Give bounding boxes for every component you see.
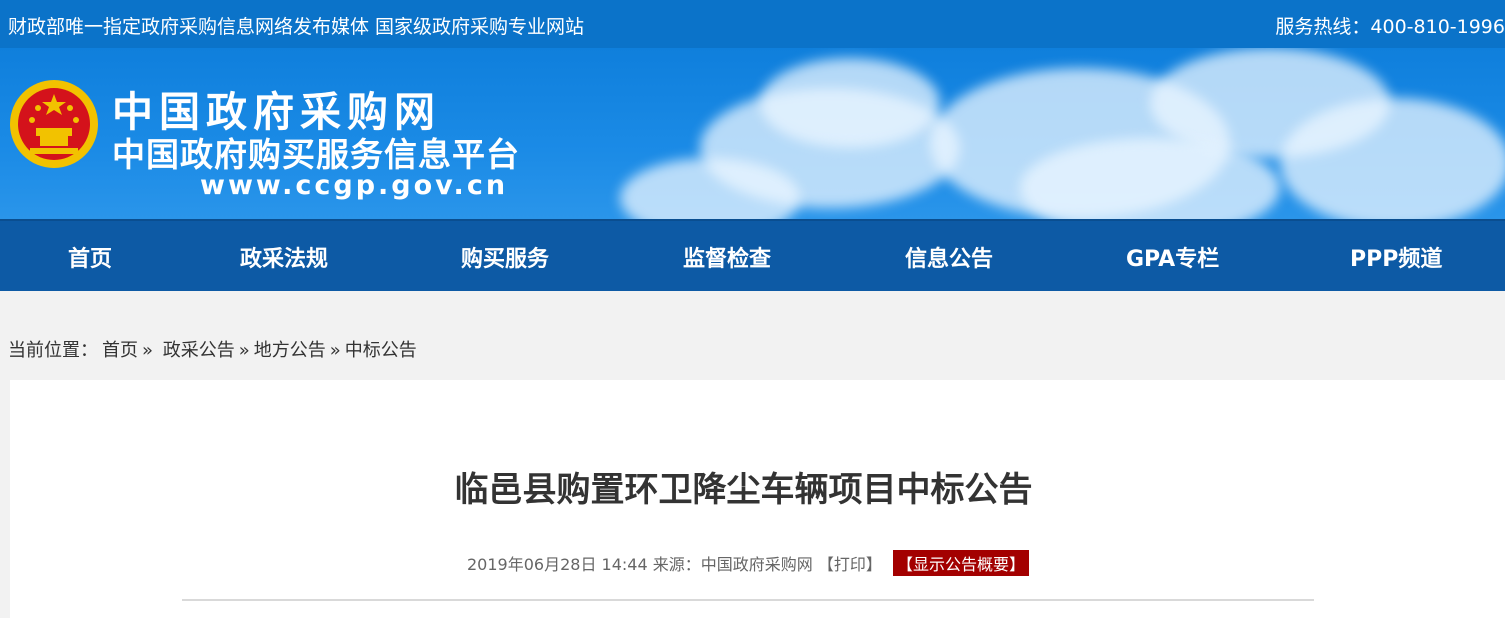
nav-item-ppp[interactable]: PPP频道: [1350, 241, 1442, 273]
service-hotline: 服务热线：400-810-1996: [1275, 16, 1505, 38]
nav-item-home[interactable]: 首页: [68, 241, 112, 273]
site-slogan: 财政部唯一指定政府采购信息网络发布媒体 国家级政府采购专业网站: [8, 16, 585, 38]
nav-item-supervision[interactable]: 监督检查: [683, 241, 771, 273]
article-title: 临邑县购置环卫降尘车辆项目中标公告: [454, 470, 1033, 510]
breadcrumb-home[interactable]: 首页: [102, 340, 138, 361]
breadcrumb-separator: »: [238, 340, 250, 361]
site-url: www.ccgp.gov.cn: [200, 170, 509, 201]
article-meta: 2019年06月28日 14:44 来源：中国政府采购网 【打印】 【显示公告概…: [10, 550, 1486, 576]
nav-item-announcements[interactable]: 信息公告: [905, 241, 993, 273]
breadcrumb-separator: »: [329, 340, 341, 361]
breadcrumb-prefix: 当前位置：: [8, 340, 98, 361]
breadcrumb-local-announcements[interactable]: 地方公告: [254, 340, 326, 361]
nav-item-regulations[interactable]: 政采法规: [240, 241, 328, 273]
article-panel: 临邑县购置环卫降尘车辆项目中标公告 2019年06月28日 14:44 来源：中…: [10, 380, 1505, 618]
article-datetime: 2019年06月28日 14:44: [467, 555, 648, 574]
print-button[interactable]: 【打印】: [818, 555, 882, 574]
site-subtitle: 中国政府购买服务信息平台: [112, 135, 520, 174]
nav-item-purchase-services[interactable]: 购买服务: [461, 241, 549, 273]
article-source-label: 来源：: [652, 555, 701, 574]
breadcrumb: 当前位置： 首页» 政采公告» 地方公告» 中标公告: [8, 336, 421, 362]
top-info-bar: 财政部唯一指定政府采购信息网络发布媒体 国家级政府采购专业网站 服务热线：400…: [0, 0, 1505, 48]
article-source: 中国政府采购网: [700, 555, 813, 574]
nav-item-gpa[interactable]: GPA专栏: [1126, 241, 1219, 273]
site-banner: 中国政府采购网 中国政府购买服务信息平台 www.ccgp.gov.cn: [0, 48, 1505, 219]
main-nav: 首页 政采法规 购买服务 监督检查 信息公告 GPA专栏 PPP频道: [0, 219, 1505, 291]
breadcrumb-award-announcements[interactable]: 中标公告: [345, 340, 417, 361]
show-summary-button[interactable]: 【显示公告概要】: [892, 550, 1029, 576]
breadcrumb-separator: »: [142, 340, 154, 361]
national-emblem-icon[interactable]: [8, 78, 100, 170]
divider: [182, 599, 1314, 601]
breadcrumb-gov-announcements[interactable]: 政采公告: [163, 340, 235, 361]
